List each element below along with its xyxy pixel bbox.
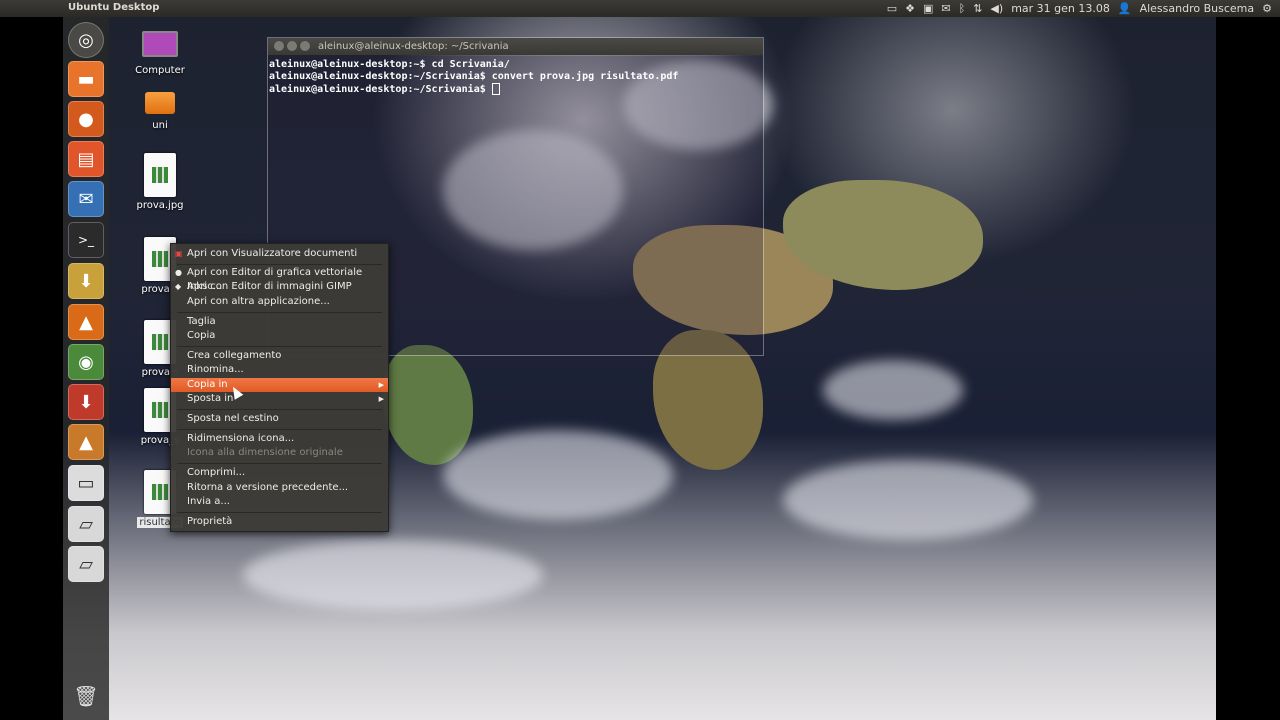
folder-icon: [145, 92, 175, 114]
menu-copy-to[interactable]: Copia in ▶: [171, 378, 388, 392]
menu-open-document-viewer[interactable]: ▣ Apri con Visualizzatore documenti: [171, 247, 388, 261]
volume-icon[interactable]: ◀): [990, 2, 1003, 15]
system-monitor-icon[interactable]: ▭: [68, 465, 104, 501]
home-folder-icon[interactable]: ▬: [68, 61, 104, 97]
inkscape-icon: ●: [175, 268, 182, 277]
menu-separator: [177, 346, 382, 347]
terminal-line: aleinux@aleinux-desktop:~/Scrivania$ con…: [269, 71, 679, 82]
menu-separator: [177, 429, 382, 430]
dash-home-icon[interactable]: ◎: [68, 22, 104, 58]
menu-separator: [177, 264, 382, 265]
menu-compress[interactable]: Comprimi...: [171, 466, 388, 480]
terminal-line: aleinux@aleinux-desktop:~$ cd Scrivania/: [269, 59, 510, 70]
menu-cut[interactable]: Taglia: [171, 315, 388, 329]
menu-properties[interactable]: Proprietà: [171, 515, 388, 529]
submenu-arrow-icon: ▶: [378, 381, 384, 389]
menu-copy[interactable]: Copia: [171, 329, 388, 343]
firefox-icon[interactable]: ●: [68, 101, 104, 137]
dropbox-icon[interactable]: ❖: [905, 2, 915, 15]
menu-separator: [177, 409, 382, 410]
terminal-icon[interactable]: >_: [68, 222, 104, 258]
user-name[interactable]: Alessandro Buscema: [1140, 2, 1255, 15]
menu-move-to[interactable]: Sposta in ▶: [171, 392, 388, 406]
terminal-line: aleinux@aleinux-desktop:~/Scrivania$: [269, 83, 762, 96]
desktop-icon-prova-jpg[interactable]: prova.jpg: [125, 153, 195, 211]
user-icon: 👤: [1117, 2, 1132, 15]
minimize-icon[interactable]: [287, 41, 297, 51]
software-center-icon[interactable]: ▤: [68, 141, 104, 177]
clock[interactable]: mar 31 gen 13.08: [1011, 2, 1110, 15]
document-viewer-icon: ▣: [175, 249, 183, 258]
menu-separator: [177, 463, 382, 464]
menu-open-gimp[interactable]: ◆ Apri con Editor di immagini GIMP: [171, 280, 388, 294]
keyboard-icon[interactable]: ▭: [887, 2, 897, 15]
terminal-prompt: aleinux@aleinux-desktop:~/Scrivania$: [269, 84, 492, 95]
desktop-icon-computer[interactable]: Computer: [125, 31, 195, 76]
thunderbird-icon[interactable]: ✉: [68, 181, 104, 217]
context-menu: ▣ Apri con Visualizzatore documenti ● Apri…: [170, 243, 389, 532]
vlc-player-icon[interactable]: ▲: [68, 424, 104, 460]
launcher: ◎ ▬ ● ▤ ✉ >_ ⬇ ▲ ◉ ⬇ ▲ ▭ ▱ ▱: [63, 17, 109, 720]
menu-separator: [177, 312, 382, 313]
menu-create-link[interactable]: Crea collegamento: [171, 349, 388, 363]
chrome-icon[interactable]: ◉: [68, 344, 104, 380]
menu-restore-icon-size: Icona alla dimensione originale: [187, 447, 343, 458]
drive-icon[interactable]: ▱: [68, 506, 104, 542]
terminal-title: aleinux@aleinux-desktop: ~/Scrivania: [318, 41, 509, 52]
image-file-icon: [144, 153, 176, 197]
menu-rename[interactable]: Rinomina...: [171, 363, 388, 377]
terminal-titlebar[interactable]: aleinux@aleinux-desktop: ~/Scrivania: [268, 38, 763, 55]
menu-separator: [177, 512, 382, 513]
submenu-arrow-icon: ▶: [378, 395, 384, 403]
mail-icon[interactable]: ✉: [941, 2, 950, 15]
gimp-icon: ◆: [175, 282, 182, 291]
close-icon[interactable]: [274, 41, 284, 51]
desktop-icon-label: prova.jpg: [136, 200, 184, 211]
bluetooth-icon[interactable]: ᛒ: [959, 2, 966, 15]
indicator-icon[interactable]: ▣: [923, 2, 933, 15]
vlc-icon[interactable]: ▲: [68, 304, 104, 340]
network-icon[interactable]: ⇅: [973, 2, 982, 15]
menu-send-to[interactable]: Invia a...: [171, 495, 388, 509]
menu-open-inkscape[interactable]: ● Apri con Editor di grafica vettoriale I…: [171, 266, 388, 292]
maximize-icon[interactable]: [300, 41, 310, 51]
system-tray: ▭ ❖ ▣ ✉ ᛒ ⇅ ◀) mar 31 gen 13.08 👤 Alessa…: [887, 1, 1272, 16]
desktop-icon-label: Computer: [135, 65, 185, 76]
menu-resize-icon[interactable]: Ridimensiona icona...: [171, 432, 388, 446]
trash-icon[interactable]: 🗑: [68, 678, 104, 714]
menu-open-other-app[interactable]: Apri con altra applicazione...: [171, 295, 388, 309]
update-manager-icon[interactable]: ⬇: [68, 263, 104, 299]
menu-move-to-trash[interactable]: Sposta nel cestino: [171, 412, 388, 426]
panel-title: Ubuntu Desktop: [68, 2, 160, 13]
desktop-icon-uni[interactable]: uni: [125, 92, 195, 131]
desktop-icon-label: uni: [152, 120, 168, 131]
drive-icon-2[interactable]: ▱: [68, 546, 104, 582]
terminal-cursor: [491, 83, 500, 95]
gear-icon[interactable]: ⚙: [1262, 2, 1272, 15]
menu-revert-version[interactable]: Ritorna a versione precedente...: [171, 481, 388, 495]
install-icon[interactable]: ⬇: [68, 384, 104, 420]
top-panel: Ubuntu Desktop ▭ ❖ ▣ ✉ ᛒ ⇅ ◀) mar 31 gen…: [0, 0, 1280, 17]
computer-icon: [142, 31, 178, 57]
